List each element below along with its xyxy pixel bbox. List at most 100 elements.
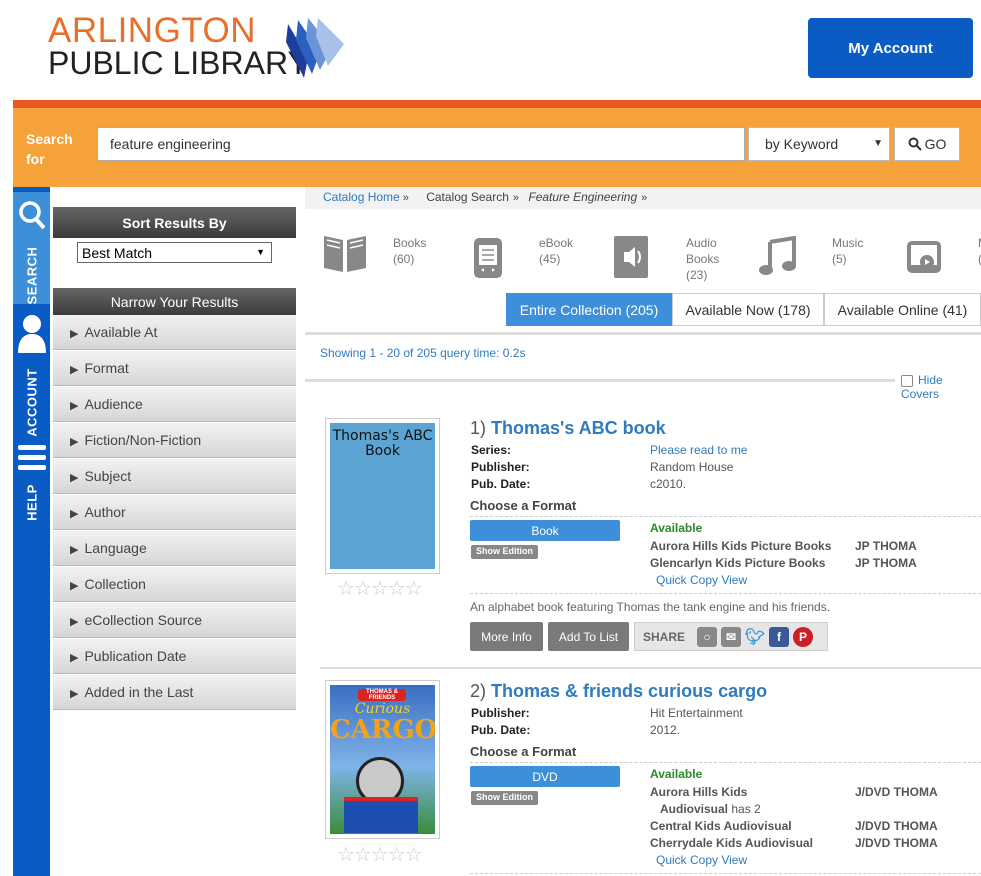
- format-ebook[interactable]: [470, 236, 506, 283]
- facet-added-in-the-last[interactable]: ▶ Added in the Last: [53, 675, 296, 710]
- facet-collection[interactable]: ▶ Collection: [53, 567, 296, 602]
- breadcrumb-term: Feature Engineering: [528, 190, 638, 204]
- format-books-label[interactable]: Books (60): [393, 235, 426, 267]
- facet-subject[interactable]: ▶ Subject: [53, 459, 296, 494]
- facet-label: Added in the Last: [84, 684, 194, 700]
- pubdate-label: Pub. Date:: [471, 723, 531, 737]
- facet-format[interactable]: ▶ Format: [53, 351, 296, 386]
- divider: [320, 667, 981, 669]
- format-audiobooks-label[interactable]: Audio Books (23): [686, 235, 726, 283]
- expand-triangle-icon: ▶: [70, 400, 79, 412]
- audiobook-icon: [614, 236, 648, 278]
- call-number: JP THOMA: [855, 539, 917, 553]
- facet-available-at[interactable]: ▶ Available At: [53, 315, 296, 350]
- result-2-cover[interactable]: THOMAS & FRIENDS Curious CARGO: [325, 680, 440, 839]
- breadcrumb: Catalog Home» Catalog Search» Feature En…: [305, 187, 981, 209]
- format-music-label[interactable]: Music (5): [832, 235, 863, 267]
- search-icon: [908, 137, 922, 151]
- format-music[interactable]: [758, 235, 798, 281]
- rating-stars[interactable]: ☆☆☆☆☆: [337, 576, 423, 601]
- logo-line2[interactable]: PUBLIC LIBRARY: [48, 46, 309, 80]
- result-number: 1): [470, 418, 487, 438]
- email-icon[interactable]: ✉: [721, 626, 742, 647]
- tab-entire-collection[interactable]: Entire Collection (205): [506, 293, 672, 326]
- go-button[interactable]: GO: [894, 127, 960, 161]
- library-logo-icon[interactable]: [286, 18, 348, 78]
- checkbox[interactable]: [901, 374, 913, 387]
- breadcrumb-search[interactable]: Catalog Search: [426, 190, 509, 204]
- facet-label: Publication Date: [84, 648, 187, 664]
- show-edition-button[interactable]: Show Edition: [471, 791, 538, 805]
- facet-label: Format: [84, 360, 129, 376]
- call-number: JP THOMA: [855, 556, 917, 570]
- facet-language[interactable]: ▶ Language: [53, 531, 296, 566]
- sort-select[interactable]: Best Match ▼: [77, 242, 272, 263]
- facet-author[interactable]: ▶ Author: [53, 495, 296, 530]
- result-1-title-link[interactable]: Thomas's ABC book: [491, 418, 666, 438]
- facet-label: Subject: [84, 468, 132, 484]
- publisher-label: Publisher:: [471, 706, 530, 720]
- rail-help-tab[interactable]: HELP: [13, 439, 50, 529]
- facet-label: Fiction/Non-Fiction: [84, 432, 202, 448]
- sort-header: Sort Results By: [53, 207, 296, 238]
- rating-stars[interactable]: ☆☆☆☆☆: [337, 842, 423, 867]
- cover-brand: THOMAS & FRIENDS: [358, 689, 406, 701]
- comment-icon[interactable]: ○: [697, 626, 718, 647]
- series-link[interactable]: Please read to me: [650, 443, 747, 457]
- rail-search-tab[interactable]: SEARCH: [13, 192, 50, 304]
- facebook-icon[interactable]: f: [769, 626, 790, 647]
- search-input[interactable]: feature engineering: [97, 127, 745, 161]
- format-video[interactable]: [906, 240, 942, 279]
- rail-help-label: HELP: [24, 484, 39, 521]
- facet-ecollection-source[interactable]: ▶ eCollection Source: [53, 603, 296, 638]
- breadcrumb-home[interactable]: Catalog Home: [323, 190, 400, 204]
- facet-label: Collection: [84, 576, 146, 592]
- result-2-title: 2) Thomas & friends curious cargo: [470, 681, 767, 702]
- format-ebook-label[interactable]: eBook (45): [539, 235, 573, 267]
- divider: [470, 593, 981, 594]
- publisher-value: Hit Entertainment: [650, 706, 743, 720]
- publisher-label: Publisher:: [471, 460, 530, 474]
- availability-status: Available: [650, 521, 703, 535]
- format-dvd-button[interactable]: DVD: [470, 766, 620, 787]
- narrow-header: Narrow Your Results: [53, 288, 296, 315]
- pubdate-label: Pub. Date:: [471, 477, 531, 491]
- quick-copy-view-link[interactable]: Quick Copy View: [656, 573, 747, 587]
- choose-format-label: Choose a Format: [470, 744, 577, 759]
- divider: [305, 379, 895, 382]
- cover-engine-body: [344, 797, 418, 833]
- format-audiobooks[interactable]: [612, 234, 652, 283]
- add-to-list-button[interactable]: Add To List: [548, 622, 629, 651]
- search-icon: [19, 201, 46, 230]
- result-1-cover[interactable]: Thomas's ABC Book: [325, 418, 440, 574]
- menu-icon: [18, 445, 46, 470]
- more-info-button[interactable]: More Info: [470, 622, 543, 651]
- facet-fiction-non-fiction[interactable]: ▶ Fiction/Non-Fiction: [53, 423, 296, 458]
- quick-copy-view-link[interactable]: Quick Copy View: [656, 853, 747, 867]
- search-type-select[interactable]: by Keyword ▼: [748, 127, 890, 161]
- tab-available-now[interactable]: Available Now (178): [672, 293, 824, 326]
- divider: [470, 762, 981, 763]
- format-books[interactable]: [322, 232, 368, 277]
- show-edition-button[interactable]: Show Edition: [471, 545, 538, 559]
- rail-account-tab[interactable]: ACCOUNT: [13, 307, 50, 437]
- pubdate-value: 2012.: [650, 723, 681, 737]
- cover-art: THOMAS & FRIENDS Curious CARGO: [330, 685, 435, 834]
- facet-publication-date[interactable]: ▶ Publication Date: [53, 639, 296, 674]
- format-book-button[interactable]: Book: [470, 520, 620, 541]
- result-number: 2): [470, 681, 487, 701]
- holding-location-cont: Audiovisual has 2: [660, 802, 761, 816]
- pinterest-icon[interactable]: P: [793, 626, 814, 647]
- twitter-icon[interactable]: 🐦︎: [745, 627, 765, 647]
- divider: [305, 332, 981, 335]
- result-description: An alphabet book featuring Thomas the ta…: [470, 600, 831, 614]
- rail-search-label: SEARCH: [24, 246, 39, 305]
- facet-audience[interactable]: ▶ Audience: [53, 387, 296, 422]
- go-label: GO: [924, 136, 947, 152]
- hide-covers-toggle[interactable]: Hide Covers: [901, 373, 981, 401]
- tab-available-online[interactable]: Available Online (41): [824, 293, 981, 326]
- expand-triangle-icon: ▶: [70, 472, 79, 484]
- my-account-button[interactable]: My Account: [808, 18, 973, 78]
- result-2-title-link[interactable]: Thomas & friends curious cargo: [491, 681, 767, 701]
- call-number: J/DVD THOMA: [855, 836, 938, 850]
